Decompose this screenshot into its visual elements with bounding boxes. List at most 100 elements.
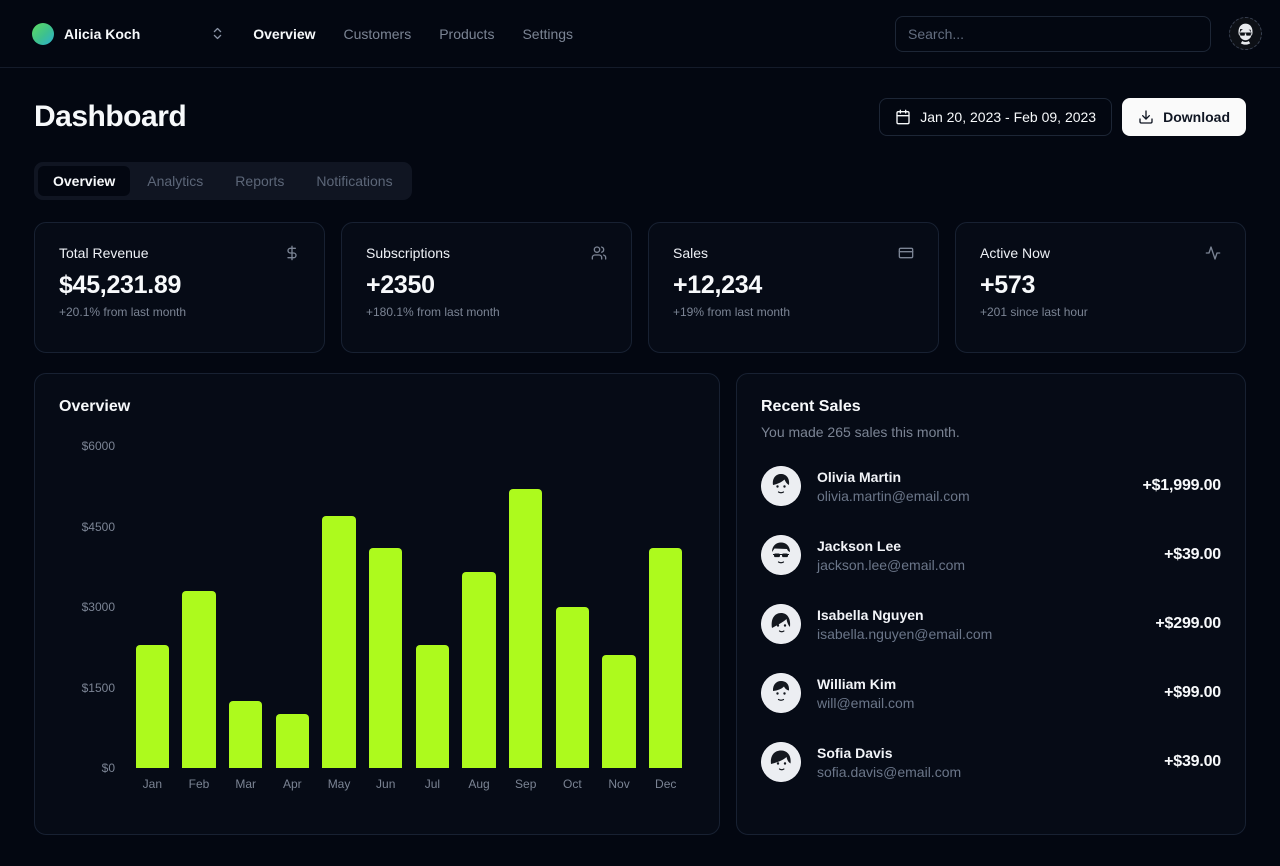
bar-sep [509,489,542,768]
topbar-right [895,16,1262,52]
bar-mar [229,701,262,768]
stat-value: +12,234 [673,271,914,300]
download-button[interactable]: Download [1122,98,1246,136]
main-nav: Overview Customers Products Settings [253,26,573,42]
sale-info: Jackson Lee jackson.lee@email.com [817,538,965,573]
nav-overview[interactable]: Overview [253,26,315,42]
bar-aug [462,572,495,768]
users-icon [591,245,607,261]
download-icon [1138,109,1154,125]
tab-list: Overview Analytics Reports Notifications [34,162,412,200]
team-switcher[interactable]: Alicia Koch [24,17,148,51]
nav-settings[interactable]: Settings [522,26,573,42]
stat-change: +20.1% from last month [59,305,300,319]
customer-name: Isabella Nguyen [817,607,992,623]
date-range-picker[interactable]: Jan 20, 2023 - Feb 09, 2023 [879,98,1112,136]
sale-info: Sofia Davis sofia.davis@email.com [817,745,961,780]
page-title: Dashboard [34,100,186,134]
x-tick-jun: Jun [362,777,409,791]
sale-amount: +$39.00 [1164,546,1221,564]
sale-row: Sofia Davis sofia.davis@email.com +$39.0… [761,742,1221,782]
bar-may [322,516,355,768]
chevrons-up-down-icon[interactable] [210,26,225,41]
stat-card-total-revenue: Total Revenue $45,231.89 +20.1% from las… [34,222,325,353]
tab-analytics[interactable]: Analytics [132,166,218,196]
search-input[interactable] [895,16,1211,52]
stat-card-sales: Sales +12,234 +19% from last month [648,222,939,353]
customer-email: jackson.lee@email.com [817,557,965,573]
bar-jul [416,645,449,768]
plot-area: JanFebMarAprMayJunJulAugSepOctNovDec [129,446,695,791]
bar-apr [276,714,309,768]
bar-column [549,446,596,768]
team-avatar [32,23,54,45]
x-tick-mar: Mar [222,777,269,791]
customer-name: Jackson Lee [817,538,965,554]
sale-amount: +$1,999.00 [1142,477,1221,495]
sale-amount: +$99.00 [1164,684,1221,702]
x-tick-feb: Feb [176,777,223,791]
download-label: Download [1163,109,1230,125]
bar-column [596,446,643,768]
tab-reports[interactable]: Reports [220,166,299,196]
customer-email: isabella.nguyen@email.com [817,626,992,642]
overview-chart-card: Overview $6000 $4500 $3000 $1500 $0 JanF… [34,373,720,835]
bar-feb [182,591,215,768]
bar-column [642,446,689,768]
bar-column [456,446,503,768]
nav-products[interactable]: Products [439,26,494,42]
stat-title: Subscriptions [366,245,450,261]
dollar-sign-icon [284,245,300,261]
y-axis: $6000 $4500 $3000 $1500 $0 [59,446,129,768]
stats-grid: Total Revenue $45,231.89 +20.1% from las… [34,222,1246,353]
bar-nov [602,655,635,768]
x-tick-oct: Oct [549,777,596,791]
sale-row: William Kim will@email.com +$99.00 [761,673,1221,713]
customer-name: Sofia Davis [817,745,961,761]
x-tick-sep: Sep [502,777,549,791]
customer-email: sofia.davis@email.com [817,764,961,780]
stat-value: $45,231.89 [59,271,300,300]
y-tick: $1500 [82,681,115,695]
x-tick-apr: Apr [269,777,316,791]
customer-name: William Kim [817,676,914,692]
stat-value: +573 [980,271,1221,300]
sale-info: William Kim will@email.com [817,676,914,711]
user-avatar[interactable] [1229,17,1262,50]
tab-overview[interactable]: Overview [38,166,130,196]
customer-avatar [761,604,801,644]
bar-column [129,446,176,768]
nav-customers[interactable]: Customers [344,26,412,42]
customer-avatar [761,535,801,575]
sale-info: Olivia Martin olivia.martin@email.com [817,469,970,504]
title-actions: Jan 20, 2023 - Feb 09, 2023 Download [879,98,1246,136]
x-tick-aug: Aug [456,777,503,791]
x-tick-jan: Jan [129,777,176,791]
calendar-icon [895,109,911,125]
bar-column [362,446,409,768]
y-tick: $0 [102,761,115,775]
stat-title: Active Now [980,245,1050,261]
activity-icon [1205,245,1221,261]
customer-avatar [761,466,801,506]
customer-avatar [761,742,801,782]
stat-change: +19% from last month [673,305,914,319]
bar-column [502,446,549,768]
stat-change: +201 since last hour [980,305,1221,319]
x-tick-jul: Jul [409,777,456,791]
recent-sales-card: Recent Sales You made 265 sales this mon… [736,373,1246,835]
sale-row: Isabella Nguyen isabella.nguyen@email.co… [761,604,1221,644]
bar-jun [369,548,402,768]
chart-title: Overview [59,398,695,416]
credit-card-icon [898,245,914,261]
y-tick: $6000 [82,439,115,453]
bar-column [316,446,363,768]
bar-jan [136,645,169,768]
bars [129,446,695,768]
bar-column [269,446,316,768]
tab-notifications[interactable]: Notifications [301,166,407,196]
stat-value: +2350 [366,271,607,300]
sale-row: Olivia Martin olivia.martin@email.com +$… [761,466,1221,506]
sale-amount: +$299.00 [1155,615,1221,633]
top-navigation-bar: Alicia Koch Overview Customers Products … [0,0,1280,68]
